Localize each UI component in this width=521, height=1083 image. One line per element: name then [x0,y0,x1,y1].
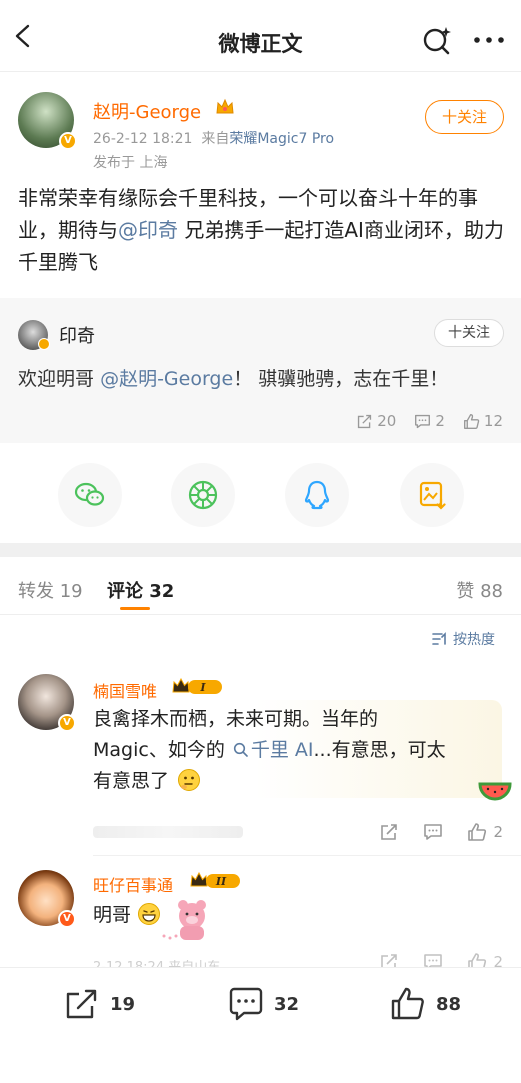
post-content: 非常荣幸有缘际会千里科技，一个可以奋斗十年的事业，期待与@印奇 兄弟携手一起打造… [18,182,510,278]
thumbs-up-icon [391,987,424,1020]
comment-divider [93,855,521,856]
comment-text-span: ...有意思，可太 [313,739,446,761]
search-icon [233,742,248,757]
share-moments-button[interactable] [171,463,235,527]
comment-text-span: 明哥 [93,904,132,926]
comment-actions: 2 [379,822,503,842]
share-row [0,463,521,527]
comment-text-span: 有意思了 [93,770,170,792]
thinking-emoji-icon [178,769,201,791]
like-count: 88 [436,993,462,1015]
repost-mention-link[interactable]: @赵明-George [100,368,233,390]
like-count: 2 [493,823,503,841]
tab-comments[interactable]: 评论 32 [107,577,174,603]
top-nav-bar: 微博正文 [0,0,521,72]
comment-icon [415,414,431,428]
comment-text: 良禽择木而栖，未来可期。当年的 Magic、如今的 千里 AI...有意思，可太 … [93,704,446,797]
vip-level-badge-icon: II [190,872,240,888]
share-icon[interactable] [379,822,399,842]
thumbs-up-icon [463,413,480,429]
author-name[interactable]: 赵明-George [93,98,201,124]
reposted-weibo[interactable]: 印奇 十关注 欢迎明哥 @赵明-George！ 骐骥驰骋，志在千里！ 20 2 … [0,298,521,443]
comment-line: 有意思了 [93,766,446,797]
mention-link[interactable]: @印奇 [118,218,178,242]
section-divider [0,543,521,557]
vip-level-text: II [215,875,227,888]
vip-crown-icon [216,98,234,114]
post-source[interactable]: 荣耀Magic7 Pro [229,131,334,147]
comment-count-label: 2 [435,412,445,430]
bear-sticker-icon [162,900,206,940]
comment-text-span: Magic、如今的 [93,739,225,761]
verified-badge-icon [38,338,50,350]
vip-level-text: I [199,681,206,694]
repost-follow-button[interactable]: 十关注 [434,319,504,347]
like-count-label: 12 [483,412,503,430]
more-dots-icon[interactable] [471,28,507,52]
post-from-prefix: 来自 [201,131,230,147]
vip-level-badge-icon: I [172,678,222,694]
sort-label: 按热度 [453,632,495,648]
share-icon [358,414,372,428]
wechat-icon [74,482,105,506]
interaction-tabs: 转发 19 评论 32 赞 88 [0,557,521,615]
bottom-action-bar: 19 32 88 [0,967,521,1083]
commenter-name[interactable]: 楠国雪唯 [93,678,157,702]
repost-like-count[interactable]: 12 [463,412,503,430]
verified-badge-icon: V [59,132,77,150]
save-image-icon [419,481,446,510]
repost-stats: 20 2 12 [356,412,503,430]
comment-line: Magic、如今的 千里 AI...有意思，可太 [93,735,446,766]
watermelon-icon [478,782,512,801]
share-wechat-button[interactable] [58,463,122,527]
search-keyword-text: 千里 AI [250,739,314,761]
thumbs-up-icon [468,823,487,841]
repost-count: 19 [110,993,136,1015]
repost-author-name[interactable]: 印奇 [59,322,95,348]
follow-button[interactable]: 十关注 [425,100,504,134]
comment-icon[interactable] [423,822,443,842]
comment-count: 32 [274,993,300,1015]
qq-icon [304,480,330,510]
tab-likes[interactable]: 赞 88 [456,577,503,603]
sort-by-hot-button[interactable]: 按热度 [432,629,495,649]
comment-meta-placeholder [93,826,243,838]
share-icon [66,989,97,1019]
moments-icon [188,480,218,510]
verified-badge-icon: V [58,714,76,732]
verified-badge-icon: V [58,910,76,928]
repost-button[interactable]: 19 [64,986,135,1022]
comment-line: 良禽择木而栖，未来可期。当年的 [93,708,379,730]
repost-text-before: 欢迎明哥 [18,368,95,390]
sort-icon [432,632,446,645]
like-button[interactable]: 88 [390,986,461,1022]
save-image-button[interactable] [400,463,464,527]
search-keyword-link[interactable]: 千里 AI [225,739,314,761]
author-avatar[interactable]: V [18,92,77,150]
comment-text: 明哥 [93,900,161,931]
repost-count-label: 20 [377,412,397,430]
repost-share-count[interactable]: 20 [356,412,396,430]
share-qq-button[interactable] [285,463,349,527]
repost-comment-count[interactable]: 2 [414,412,445,430]
search-sparkle-icon[interactable] [421,25,453,57]
tab-reposts[interactable]: 转发 19 [18,577,83,603]
repost-text-after: ！ 骐骥驰骋，志在千里！ [233,368,449,390]
active-tab-indicator [120,607,150,610]
comment-icon [229,987,263,1021]
repost-text: 欢迎明哥 @赵明-George！ 骐骥驰骋，志在千里！ [18,364,448,391]
comment-button[interactable]: 32 [228,986,299,1022]
post-location: 发布于 上海 [93,155,168,171]
post-time: 26-2-12 18:21 [93,131,193,147]
comment-like-button[interactable]: 2 [467,822,503,842]
post-meta: 26-2-12 18:21 来自荣耀Magic7 Pro [93,128,334,148]
